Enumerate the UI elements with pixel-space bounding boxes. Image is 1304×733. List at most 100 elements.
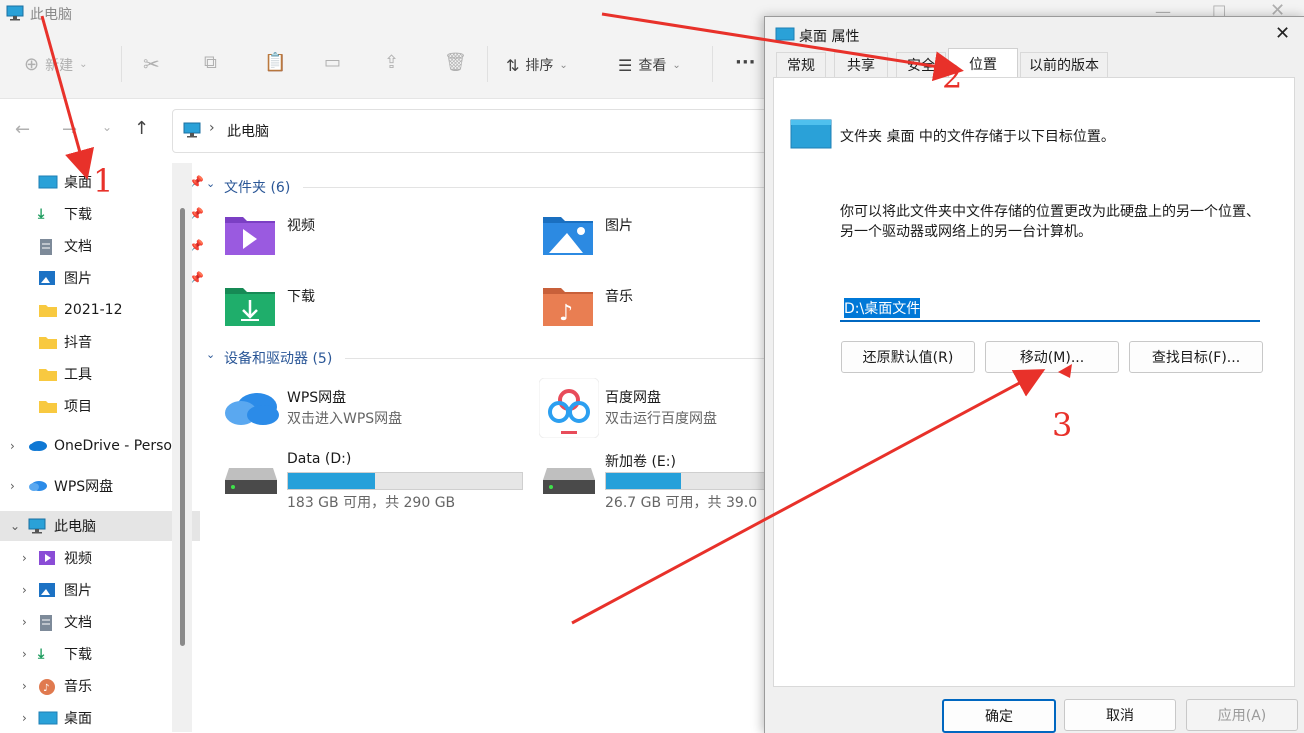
sidebar-item-label: 桌面 xyxy=(64,175,92,191)
sidebar-item-wps[interactable]: › WPS网盘 xyxy=(0,471,200,501)
sidebar-item-label: 文档 xyxy=(64,239,92,255)
expand-chevron-icon[interactable]: › xyxy=(22,615,27,629)
recent-chevron-icon[interactable]: ⌄ xyxy=(102,120,112,134)
chevron-down-icon: ⌄ xyxy=(559,59,568,71)
drive-usage-fill xyxy=(606,473,681,489)
expand-chevron-icon[interactable]: › xyxy=(10,479,15,493)
annotation-number-2: 2 xyxy=(942,58,963,96)
share-icon[interactable]: ⇪ xyxy=(384,52,399,73)
back-arrow-icon[interactable]: ← xyxy=(15,119,30,140)
address-bar[interactable]: › 此电脑 xyxy=(172,109,794,153)
expand-chevron-icon[interactable]: › xyxy=(22,679,27,693)
sidebar-item-label: 项目 xyxy=(64,399,92,415)
device-name: 百度网盘 xyxy=(605,390,661,406)
location-description: 你可以将此文件夹中文件存储的位置更改为此硬盘上的另一个位置、另一个驱动器或网络上… xyxy=(840,204,1260,240)
collapse-chevron-icon[interactable]: ⌄ xyxy=(206,177,215,190)
section-header-devices[interactable]: 设备和驱动器 (5) xyxy=(224,348,332,368)
sidebar-item-label: 图片 xyxy=(64,583,92,599)
cut-icon[interactable]: ✂ xyxy=(143,52,160,76)
more-options-button[interactable]: ··· xyxy=(735,52,756,73)
new-button[interactable]: ⊕ 新建 ⌄ xyxy=(24,54,87,75)
picture-icon xyxy=(38,270,56,286)
sidebar-item-label: 文档 xyxy=(64,615,92,631)
computer-icon xyxy=(6,5,24,21)
expand-chevron-icon[interactable]: › xyxy=(22,551,27,565)
picture-icon xyxy=(38,582,56,598)
tab-previous-versions[interactable]: 以前的版本 xyxy=(1020,52,1108,77)
delete-icon[interactable]: 🗑 xyxy=(444,52,467,73)
computer-icon xyxy=(183,122,201,142)
folder-icon xyxy=(38,302,57,318)
hard-drive-icon xyxy=(541,466,597,500)
breadcrumb[interactable]: 此电脑 xyxy=(227,121,269,141)
tab-general[interactable]: 常规 xyxy=(776,52,826,77)
location-path-input[interactable] xyxy=(840,296,1260,322)
sort-button[interactable]: ⇅ 排序 ⌄ xyxy=(506,55,568,75)
toolbar-divider xyxy=(712,46,713,82)
svg-text:♪: ♪ xyxy=(559,301,573,326)
folder-label: 下载 xyxy=(287,289,315,305)
chevron-down-icon: ⌄ xyxy=(79,59,88,70)
annotation-number-1: 1 xyxy=(93,162,114,200)
picture-folder-icon xyxy=(541,211,595,261)
device-description: 双击运行百度网盘 xyxy=(605,411,717,427)
sidebar-item-thispc[interactable]: ⌄ 此电脑 xyxy=(0,511,200,541)
collapse-chevron-icon[interactable]: ⌄ xyxy=(10,519,20,533)
drive-usage-bar xyxy=(287,472,523,490)
move-button[interactable]: 移动(M)... xyxy=(985,341,1119,373)
drive-usage-bar xyxy=(605,472,766,490)
tab-security[interactable]: 安全 xyxy=(896,52,946,77)
folder-label: 视频 xyxy=(287,218,315,234)
document-icon xyxy=(38,614,56,631)
rename-icon[interactable]: ▭ xyxy=(324,52,341,73)
breadcrumb-chevron-icon: › xyxy=(209,120,215,136)
music-icon: ♪ xyxy=(38,678,56,695)
download-icon: ⤓ xyxy=(38,206,45,222)
sidebar-item-label: 下载 xyxy=(64,647,92,663)
expand-chevron-icon[interactable]: › xyxy=(22,711,27,725)
cancel-button[interactable]: 取消 xyxy=(1064,699,1176,731)
restore-default-button[interactable]: 还原默认值(R) xyxy=(841,341,975,373)
view-icon: ☰ xyxy=(618,55,633,75)
apply-button[interactable]: 应用(A) xyxy=(1186,699,1298,731)
find-target-button[interactable]: 查找目标(F)... xyxy=(1129,341,1263,373)
sidebar-item-label: WPS网盘 xyxy=(54,479,114,495)
expand-chevron-icon[interactable]: › xyxy=(22,647,27,661)
section-header-folders[interactable]: 文件夹 (6) xyxy=(224,177,290,197)
forward-arrow-icon[interactable]: → xyxy=(62,119,77,140)
sort-icon: ⇅ xyxy=(506,55,520,75)
drive-usage-fill xyxy=(288,473,375,489)
tab-sharing[interactable]: 共享 xyxy=(834,52,888,77)
video-folder-icon xyxy=(223,211,277,261)
sidebar-scrollbar-thumb[interactable] xyxy=(180,208,185,646)
close-dialog-button[interactable]: ✕ xyxy=(1275,23,1290,44)
sidebar-item-label: 桌面 xyxy=(64,711,92,727)
drive-space: 183 GB 可用，共 290 GB xyxy=(287,495,456,511)
dialog-title: 桌面 属性 xyxy=(799,29,860,45)
cloud-icon xyxy=(28,478,47,494)
drive-space: 26.7 GB 可用，共 39.0 xyxy=(605,495,758,511)
folder-icon xyxy=(38,398,57,414)
paste-icon[interactable]: 📋 xyxy=(264,52,286,73)
location-tab-panel xyxy=(773,77,1295,687)
ok-button[interactable]: 确定 xyxy=(942,699,1056,733)
expand-chevron-icon[interactable]: › xyxy=(10,439,15,453)
collapse-chevron-icon[interactable]: ⌄ xyxy=(206,348,215,361)
up-arrow-icon[interactable]: ↑ xyxy=(134,118,149,139)
expand-chevron-icon[interactable]: › xyxy=(22,583,27,597)
folder-label: 音乐 xyxy=(605,289,633,305)
video-icon xyxy=(38,550,56,566)
sort-label: 排序 xyxy=(525,58,554,74)
copy-icon[interactable]: ⧉ xyxy=(204,52,217,73)
baidu-netdisk-icon xyxy=(538,377,600,442)
view-button[interactable]: ☰ 查看 ⌄ xyxy=(618,55,681,75)
onedrive-icon xyxy=(28,438,47,454)
sidebar-item-label: 音乐 xyxy=(64,679,92,695)
toolbar-divider xyxy=(487,46,488,82)
sidebar-item-onedrive[interactable]: › OneDrive - Perso xyxy=(0,431,200,461)
sidebar-item-label: 抖音 xyxy=(64,335,92,351)
annotation-number-3: 3 xyxy=(1052,406,1073,444)
hard-drive-icon xyxy=(223,466,279,500)
folder-icon xyxy=(38,334,57,350)
plus-circle-icon: ⊕ xyxy=(24,54,40,75)
